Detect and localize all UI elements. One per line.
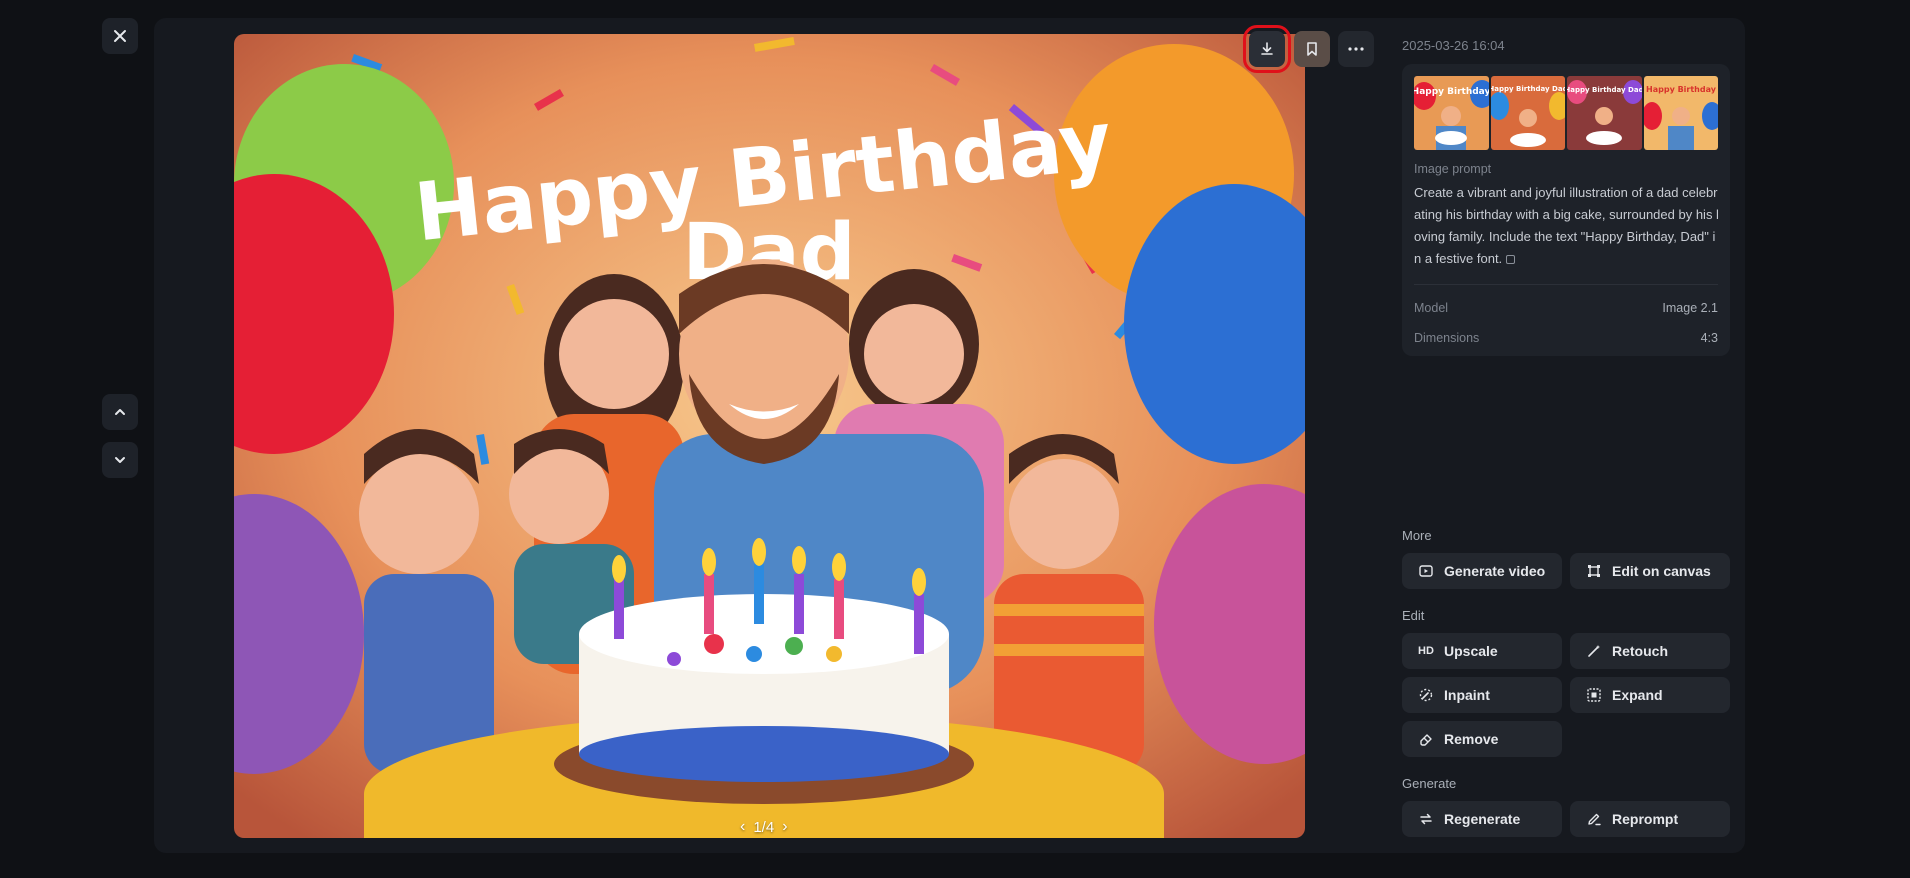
download-icon xyxy=(1261,42,1273,55)
next-image-button[interactable] xyxy=(102,442,138,478)
dimensions-value: 4:3 xyxy=(1700,331,1718,345)
video-icon xyxy=(1418,563,1434,579)
regenerate-icon xyxy=(1418,811,1434,827)
canvas-icon xyxy=(1586,563,1602,579)
model-label: Model xyxy=(1414,301,1449,315)
chevron-down-icon xyxy=(115,457,125,463)
expand-label: Expand xyxy=(1612,687,1663,703)
thumbnail-4[interactable]: Happy Birthday xyxy=(1643,76,1718,150)
dimensions-label: Dimensions xyxy=(1414,331,1480,345)
copy-prompt-icon[interactable] xyxy=(1506,255,1516,265)
expand-icon xyxy=(1586,687,1602,703)
upscale-label: Upscale xyxy=(1444,643,1498,659)
previous-image-button[interactable] xyxy=(102,394,138,430)
eraser-icon xyxy=(1418,731,1434,747)
prompt-text: Create a vibrant and joyful illustration… xyxy=(1414,182,1719,270)
thumbnail-2[interactable]: Happy Birthday Dad xyxy=(1490,76,1566,150)
dimensions-row: Dimensions 4:3 xyxy=(1414,331,1718,345)
prompt-text-content: Create a vibrant and joyful illustration… xyxy=(1414,185,1719,266)
timestamp: 2025-03-26 16:04 xyxy=(1402,38,1505,53)
image-pager: ‹ 1/4 › xyxy=(740,818,788,836)
generate-video-button[interactable]: Generate video xyxy=(1402,553,1562,589)
section-more-title: More xyxy=(1402,528,1432,543)
pager-text: 1/4 xyxy=(753,818,775,836)
thumbnail-2-caption: Happy Birthday Dad xyxy=(1491,85,1566,93)
thumbnail-strip: Happy Birthday Happy Birthday Dad Happy … xyxy=(1414,76,1718,150)
pencil-icon xyxy=(1586,811,1602,827)
close-icon xyxy=(114,30,126,42)
more-icon xyxy=(1348,47,1364,51)
model-row: Model Image 2.1 xyxy=(1414,301,1718,315)
edit-on-canvas-button[interactable]: Edit on canvas xyxy=(1570,553,1730,589)
magic-wand-icon xyxy=(1586,643,1602,659)
chevron-up-icon xyxy=(115,409,125,415)
remove-button[interactable]: Remove xyxy=(1402,721,1562,757)
thumbnail-1[interactable]: Happy Birthday xyxy=(1414,76,1489,150)
prompt-label: Image prompt xyxy=(1414,162,1492,176)
model-value: Image 2.1 xyxy=(1662,301,1718,315)
image-info-card: Happy Birthday Happy Birthday Dad Happy … xyxy=(1402,64,1730,356)
thumbnail-3-caption: Happy Birthday Dad xyxy=(1567,86,1642,94)
reprompt-button[interactable]: Reprompt xyxy=(1570,801,1730,837)
remove-label: Remove xyxy=(1444,731,1499,747)
thumbnail-4-caption: Happy Birthday xyxy=(1646,85,1717,94)
inpaint-button[interactable]: Inpaint xyxy=(1402,677,1562,713)
hd-icon: HD xyxy=(1418,645,1434,657)
download-button[interactable] xyxy=(1243,25,1291,73)
bookmark-button[interactable] xyxy=(1294,31,1330,67)
thumbnail-3[interactable]: Happy Birthday Dad xyxy=(1567,76,1642,150)
more-options-button[interactable] xyxy=(1338,31,1374,67)
divider xyxy=(1414,284,1718,285)
regenerate-button[interactable]: Regenerate xyxy=(1402,801,1562,837)
retouch-button[interactable]: Retouch xyxy=(1570,633,1730,669)
regenerate-label: Regenerate xyxy=(1444,811,1521,827)
retouch-label: Retouch xyxy=(1612,643,1668,659)
section-edit-title: Edit xyxy=(1402,608,1425,623)
close-button[interactable] xyxy=(102,18,138,54)
expand-button[interactable]: Expand xyxy=(1570,677,1730,713)
generate-video-label: Generate video xyxy=(1444,563,1546,579)
inpaint-icon xyxy=(1418,687,1434,703)
upscale-button[interactable]: HD Upscale xyxy=(1402,633,1562,669)
edit-on-canvas-label: Edit on canvas xyxy=(1612,563,1711,579)
bookmark-icon xyxy=(1307,42,1317,56)
inpaint-label: Inpaint xyxy=(1444,687,1490,703)
generated-image[interactable]: Happy Birthday Dad xyxy=(234,34,1305,838)
section-generate-title: Generate xyxy=(1402,776,1457,791)
reprompt-label: Reprompt xyxy=(1612,811,1679,827)
pager-next-icon[interactable]: › xyxy=(782,818,787,836)
thumbnail-1-caption: Happy Birthday xyxy=(1414,87,1489,97)
pager-prev-icon[interactable]: ‹ xyxy=(740,818,745,836)
